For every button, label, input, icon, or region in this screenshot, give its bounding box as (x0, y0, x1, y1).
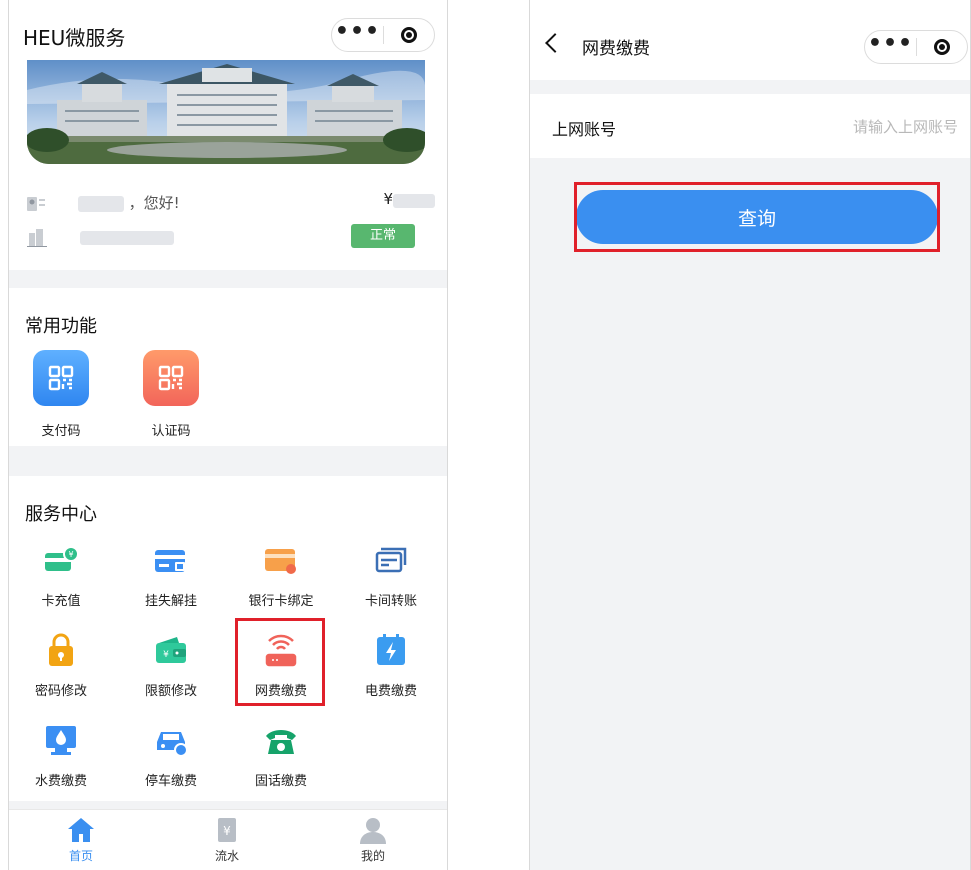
auth-code-button[interactable]: 认证码 (121, 350, 221, 439)
bank-card-bind-label: 银行卡绑定 (248, 594, 314, 609)
card-recharge-label: 卡充值 (41, 594, 81, 609)
parking-fee-button[interactable]: 停车缴费 (121, 722, 221, 789)
network-fee-screen: 网费缴费 ••• 上网账号 查询 (529, 0, 971, 870)
redacted-department (79, 230, 174, 245)
svg-text:¥: ¥ (68, 550, 73, 559)
section-title: 常用功能 (25, 316, 97, 337)
car-icon (153, 722, 189, 758)
campus-banner-image (27, 60, 425, 164)
password-change-label: 密码修改 (34, 684, 87, 699)
svg-text:¥: ¥ (163, 650, 169, 660)
common-functions-section: 常用功能 支付码 认证码 (9, 288, 447, 446)
more-icon[interactable]: ••• (332, 21, 383, 49)
payment-code-label: 支付码 (41, 424, 81, 439)
home-screen: HEU微服务 ••• ，您好! ¥ 正常 常用功能 支付码 认证码 服务中心 ¥… (8, 0, 448, 870)
section-title: 服务中心 (25, 504, 97, 525)
receipt-icon: ¥ (218, 818, 236, 842)
electricity-fee-button[interactable]: 电费缴费 (341, 632, 441, 699)
more-icon[interactable]: ••• (865, 33, 916, 61)
qr-code-icon (33, 350, 89, 406)
bank-card-icon (263, 542, 299, 578)
service-center-section: 服务中心 ¥ 卡充值 挂失解挂 银行卡绑定 卡间转账 密码修改 ¥ 限额修改 网… (9, 476, 447, 801)
tab-mine[interactable]: 我的 (333, 816, 413, 864)
tab-label: 首页 (68, 849, 93, 863)
status-badge: 正常 (351, 224, 415, 248)
account-card: HEU微服务 ••• ，您好! ¥ 正常 (9, 0, 447, 270)
card-recharge-icon: ¥ (43, 542, 79, 578)
auth-code-label: 认证码 (151, 424, 191, 439)
home-icon (68, 818, 94, 842)
bottom-tab-bar: 首页 ¥ 流水 我的 (9, 809, 447, 870)
mini-program-capsule[interactable]: ••• (864, 30, 968, 64)
svg-text:¥: ¥ (223, 824, 231, 838)
card-lock-icon (153, 542, 189, 578)
password-change-button[interactable]: 密码修改 (11, 632, 111, 699)
wallet-icon: ¥ (153, 632, 189, 668)
close-target-icon[interactable] (384, 27, 434, 43)
account-field-label: 上网账号 (552, 120, 617, 139)
id-card-icon (27, 196, 45, 211)
qr-code-icon (143, 350, 199, 406)
redacted-username (77, 195, 124, 212)
user-icon (360, 818, 386, 844)
tab-label: 流水 (214, 849, 239, 863)
electricity-icon (373, 632, 409, 668)
landline-fee-label: 固话缴费 (254, 774, 307, 789)
landline-fee-button[interactable]: 固话缴费 (231, 722, 331, 789)
greeting-text: ，您好! (128, 194, 180, 212)
payment-code-button[interactable]: 支付码 (11, 350, 111, 439)
greeting-row: ，您好! ¥ (27, 190, 435, 213)
padlock-icon (43, 632, 79, 668)
card-transfer-label: 卡间转账 (364, 594, 417, 609)
highlight-box (235, 618, 325, 706)
app-title: HEU微服务 (23, 26, 126, 50)
card-recharge-button[interactable]: ¥ 卡充值 (11, 542, 111, 609)
redacted-balance (393, 194, 435, 208)
limit-change-label: 限额修改 (144, 684, 197, 699)
limit-change-button[interactable]: ¥ 限额修改 (121, 632, 221, 699)
highlight-box (574, 182, 940, 252)
card-transfer-icon (373, 542, 409, 578)
bank-card-bind-button[interactable]: 银行卡绑定 (231, 542, 331, 609)
currency-symbol: ¥ (383, 190, 393, 208)
water-monitor-icon (43, 722, 79, 758)
account-input[interactable] (716, 110, 960, 144)
mini-program-capsule[interactable]: ••• (331, 18, 435, 52)
building-icon (27, 228, 47, 247)
tab-label: 我的 (360, 849, 385, 863)
page-title: 网费缴费 (582, 39, 650, 59)
parking-fee-label: 停车缴费 (144, 774, 197, 789)
card-lock-label: 挂失解挂 (144, 594, 197, 609)
tab-home[interactable]: 首页 (41, 816, 121, 864)
close-target-icon[interactable] (917, 39, 967, 55)
account-field-row: 上网账号 (530, 94, 970, 158)
telephone-icon (263, 722, 299, 758)
card-transfer-button[interactable]: 卡间转账 (341, 542, 441, 609)
water-fee-label: 水费缴费 (34, 774, 87, 789)
card-lock-button[interactable]: 挂失解挂 (121, 542, 221, 609)
nav-bar: 网费缴费 ••• (530, 0, 970, 80)
water-fee-button[interactable]: 水费缴费 (11, 722, 111, 789)
back-arrow-icon[interactable] (545, 33, 565, 53)
tab-records[interactable]: ¥ 流水 (187, 816, 267, 864)
electricity-fee-label: 电费缴费 (364, 684, 417, 699)
